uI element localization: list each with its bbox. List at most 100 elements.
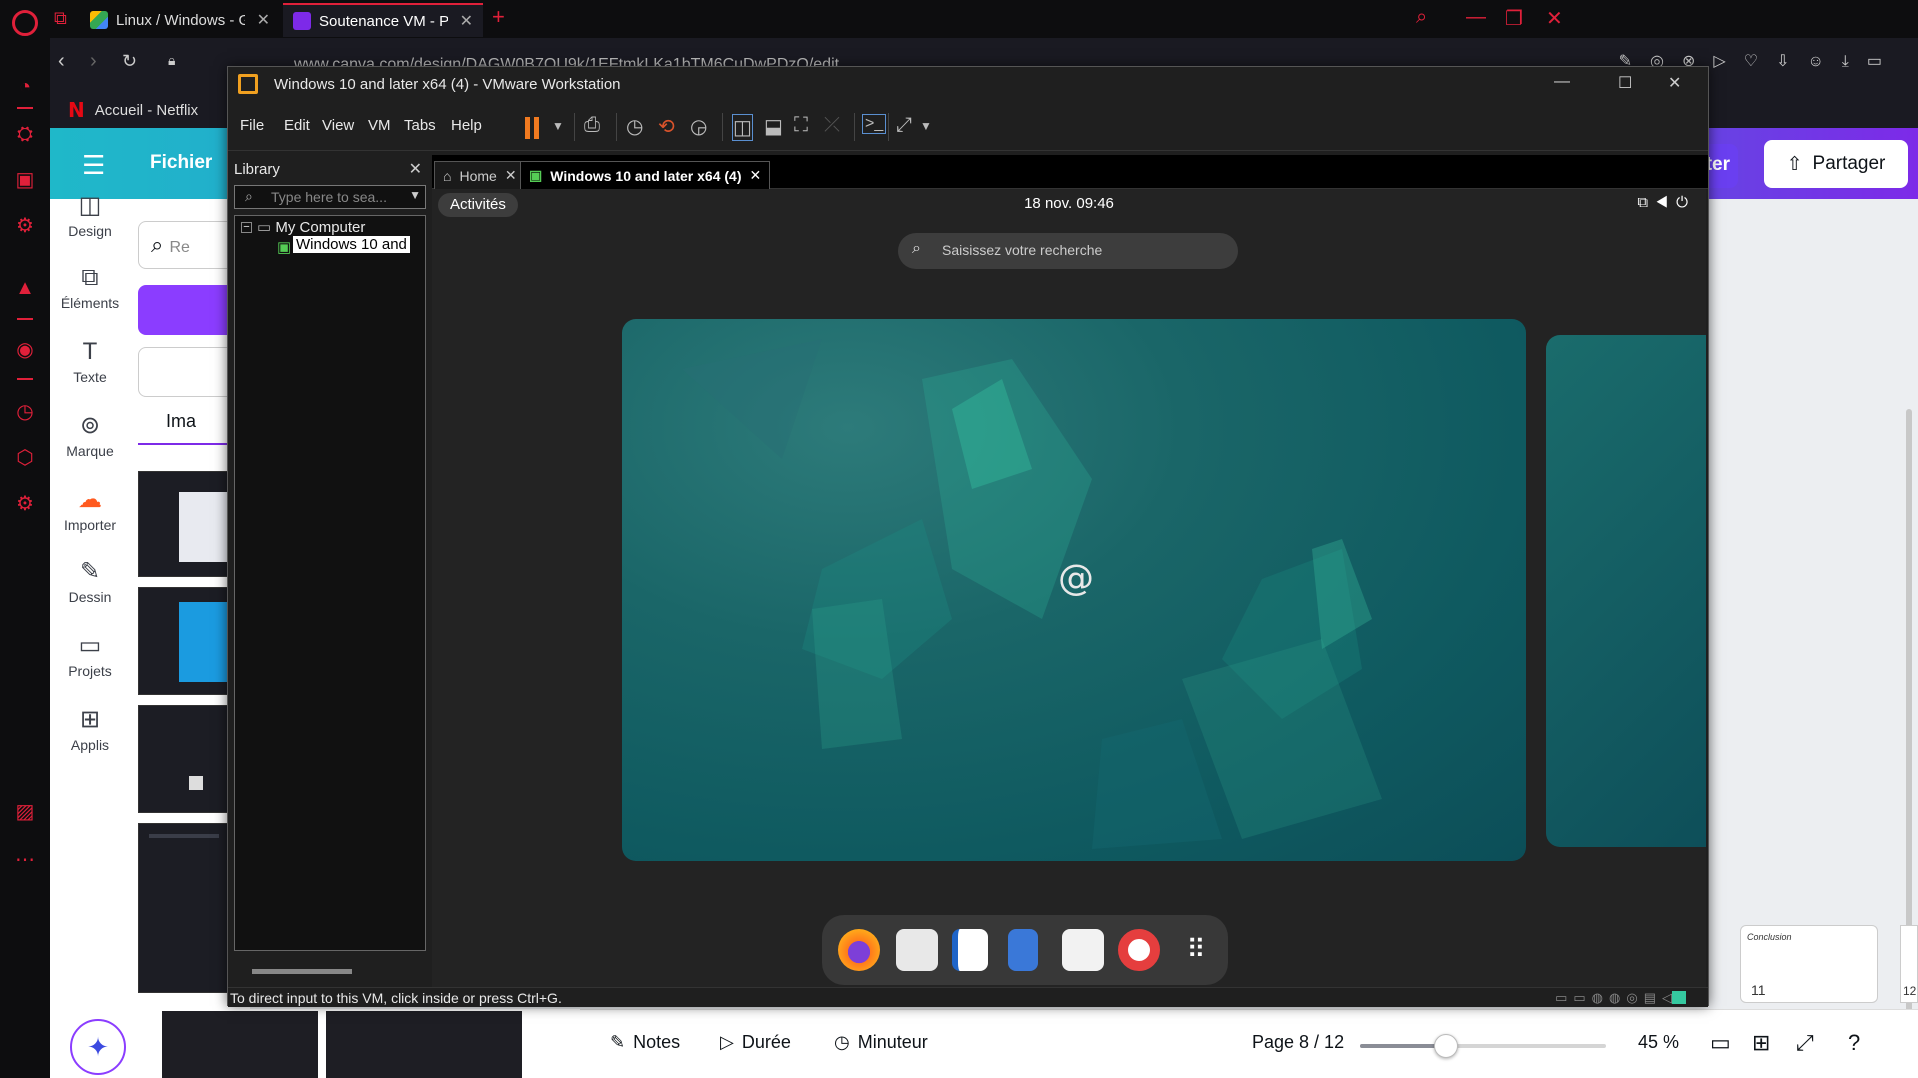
twitch-icon[interactable]: ▣ — [13, 168, 37, 192]
snapshot-icon[interactable]: ◷ — [626, 114, 643, 139]
maximize-icon[interactable]: ☐ — [1618, 73, 1632, 93]
rail-design[interactable]: ◫ Design — [50, 189, 130, 239]
close-icon[interactable]: ✕ — [1668, 73, 1681, 93]
forward-icon[interactable]: › — [90, 50, 97, 73]
magic-sparkle-icon[interactable]: ✦ — [70, 1019, 126, 1075]
system-tray[interactable]: ⧉◀⏻ — [1637, 194, 1696, 211]
close-icon[interactable]: ✕ — [257, 10, 270, 30]
minimize-icon[interactable]: — — [1466, 6, 1486, 29]
tab-vm-windows[interactable]: ▣ Windows 10 and later x64 (4) ✕ — [520, 161, 771, 189]
notes-button[interactable]: ✎ Notes — [610, 1032, 680, 1053]
restore-icon[interactable]: ❐ — [1505, 6, 1523, 31]
tab-canva[interactable]: Soutenance VM - Présentatio ✕ — [283, 3, 483, 37]
extensions-icon[interactable]: ⬡ — [13, 446, 37, 470]
files-icon[interactable] — [1008, 929, 1038, 971]
tab-home[interactable]: ⌂ Home ✕ — [434, 161, 526, 189]
shopping-icon[interactable]: ⛭ — [13, 122, 37, 146]
firefox-icon[interactable] — [838, 929, 880, 971]
menu-file[interactable]: File — [240, 117, 264, 134]
vm-console[interactable]: Activités 18 nov. 09:46 ⧉◀⏻ ⌕ Saisissez … — [432, 189, 1706, 987]
rail-import[interactable]: ☁ Importer — [50, 483, 130, 533]
tab-google-docs[interactable]: Linux / Windows - Google D ✕ — [80, 3, 280, 37]
software-icon[interactable] — [1062, 929, 1104, 971]
zoom-level[interactable]: 45 % — [1638, 1032, 1679, 1053]
thumbnail-bar-icon[interactable]: ⬓ — [764, 114, 783, 139]
menu-vm[interactable]: VM — [368, 117, 391, 134]
minimize-icon[interactable]: — — [1554, 73, 1570, 91]
timer-button[interactable]: ◷ Minuteur — [834, 1032, 928, 1053]
rail-text[interactable]: T Texte — [50, 335, 130, 385]
menu-tabs[interactable]: Tabs — [404, 117, 436, 134]
library-search-input[interactable]: ⌕ Type here to sea... ▼ — [234, 185, 426, 209]
chevron-down-icon[interactable]: ▼ — [409, 188, 421, 202]
stretch-icon[interactable]: ⤢ — [896, 114, 912, 137]
pages-icon[interactable]: ▭ — [1710, 1030, 1731, 1056]
rail-projects[interactable]: ▭ Projets — [50, 629, 130, 679]
close-icon[interactable]: ✕ — [409, 159, 422, 179]
chevron-down-icon[interactable]: ▼ — [552, 119, 564, 133]
search-input[interactable]: ⌕ Saisissez votre recherche — [898, 233, 1238, 269]
console-icon[interactable]: >_ — [862, 114, 887, 134]
slide-thumbnail[interactable] — [162, 1011, 318, 1078]
fullscreen-icon[interactable]: ⛶ — [794, 114, 808, 137]
page-counter[interactable]: Page 8 / 12 — [1252, 1032, 1344, 1053]
fullscreen-icon[interactable]: ⤢ — [1796, 1030, 1814, 1056]
settings-icon[interactable]: ⚙ — [13, 492, 37, 516]
aria-icon[interactable]: ▲ — [13, 276, 37, 300]
evolution-mail-icon[interactable] — [896, 929, 938, 971]
device-icons[interactable]: ▭▭◍◍◎▤◁ — [1555, 990, 1678, 1006]
duration-button[interactable]: ▷ Durée — [720, 1032, 791, 1053]
menu-icon[interactable]: ☰ — [82, 150, 105, 181]
back-icon[interactable]: ‹ — [58, 50, 65, 73]
new-tab-icon[interactable]: + — [492, 4, 505, 30]
workspace-thumbnail-next[interactable] — [1546, 335, 1706, 847]
collapse-icon[interactable]: − — [241, 222, 252, 233]
zoom-slider[interactable] — [1360, 1034, 1606, 1058]
snapshot-manager-icon[interactable]: ◶ — [690, 114, 707, 139]
speed-dial-icon[interactable]: ◔ — [13, 75, 37, 99]
opera-logo-icon[interactable] — [12, 10, 38, 36]
rail-elements[interactable]: ⧉ Éléments — [50, 261, 130, 311]
close-icon[interactable]: ✕ — [460, 11, 473, 31]
message-log-icon[interactable] — [1672, 991, 1686, 1004]
more-icon[interactable]: ⋯ — [13, 848, 37, 872]
close-icon[interactable]: ✕ — [505, 167, 517, 184]
writer-icon[interactable] — [952, 929, 988, 971]
close-window-icon[interactable]: ✕ — [1546, 6, 1563, 31]
search-icon[interactable]: ⌕ — [1416, 6, 1427, 29]
page-thumbnail[interactable]: Conclusion 11 — [1740, 925, 1878, 1003]
player-icon[interactable]: ◉ — [13, 338, 37, 362]
rail-apps[interactable]: ⊞ Applis — [50, 703, 130, 753]
pause-icon[interactable] — [525, 117, 530, 139]
show-library-icon[interactable]: ◫ — [732, 114, 753, 141]
tab-images[interactable]: Ima — [166, 411, 196, 432]
clock[interactable]: 18 nov. 09:46 — [432, 195, 1706, 212]
close-icon[interactable]: ✕ — [750, 167, 762, 184]
zoom-handle[interactable] — [1434, 1034, 1459, 1058]
app-grid-icon[interactable]: ⠿ — [1174, 929, 1216, 971]
history-icon[interactable]: ◷ — [13, 400, 37, 424]
page-thumbnail[interactable]: 12 — [1900, 925, 1918, 1003]
tree-my-computer[interactable]: ▭ My Computer — [257, 218, 365, 236]
file-menu[interactable]: Fichier — [150, 152, 212, 174]
workspace-thumbnail[interactable]: @ — [622, 319, 1526, 861]
menu-view[interactable]: View — [322, 117, 354, 134]
rail-draw[interactable]: ✎ Dessin — [50, 555, 130, 605]
game-icon[interactable]: ⚙ — [13, 214, 37, 238]
horizontal-scrollbar[interactable] — [252, 969, 352, 974]
help-icon[interactable] — [1118, 929, 1160, 971]
unity-icon[interactable]: ⤫ — [824, 114, 840, 137]
chevron-down-icon[interactable]: ▼ — [920, 119, 932, 133]
bookmark-netflix[interactable]: N Accueil - Netflix — [68, 98, 198, 122]
reload-icon[interactable]: ↻ — [122, 51, 137, 72]
slide-thumbnail[interactable] — [326, 1011, 522, 1078]
grid-view-icon[interactable]: ⊞ — [1752, 1030, 1770, 1056]
revert-snapshot-icon[interactable]: ⟲ — [658, 114, 675, 139]
wallpaper-icon[interactable]: ▨ — [13, 800, 37, 824]
rail-brand[interactable]: ⊚ Marque — [50, 409, 130, 459]
lock-icon[interactable]: 🔒︎ — [168, 52, 175, 69]
menu-help[interactable]: Help — [451, 117, 482, 134]
help-icon[interactable]: ? — [1848, 1030, 1860, 1056]
workspace-icon[interactable]: ⧉ — [54, 8, 67, 29]
send-keys-icon[interactable]: ⎙ — [584, 114, 600, 137]
